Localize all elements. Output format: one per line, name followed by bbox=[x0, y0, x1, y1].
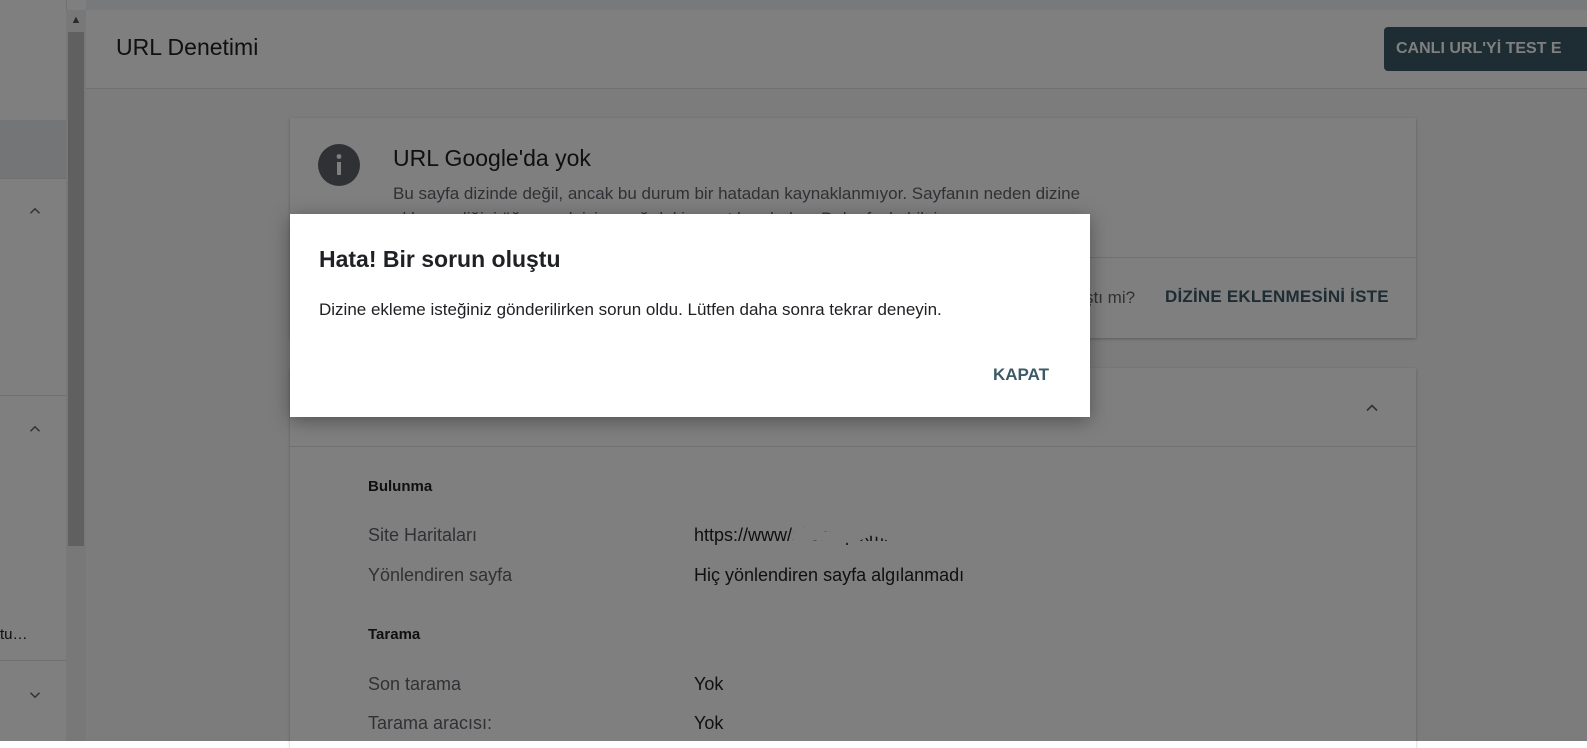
dialog-message: Dizine ekleme isteğiniz gönderilirken so… bbox=[319, 300, 942, 319]
error-dialog: Hata! Bir sorun oluştu Dizine ekleme ist… bbox=[290, 214, 1090, 417]
close-button[interactable]: KAPAT bbox=[993, 365, 1049, 385]
dialog-title: Hata! Bir sorun oluştu bbox=[319, 246, 561, 272]
